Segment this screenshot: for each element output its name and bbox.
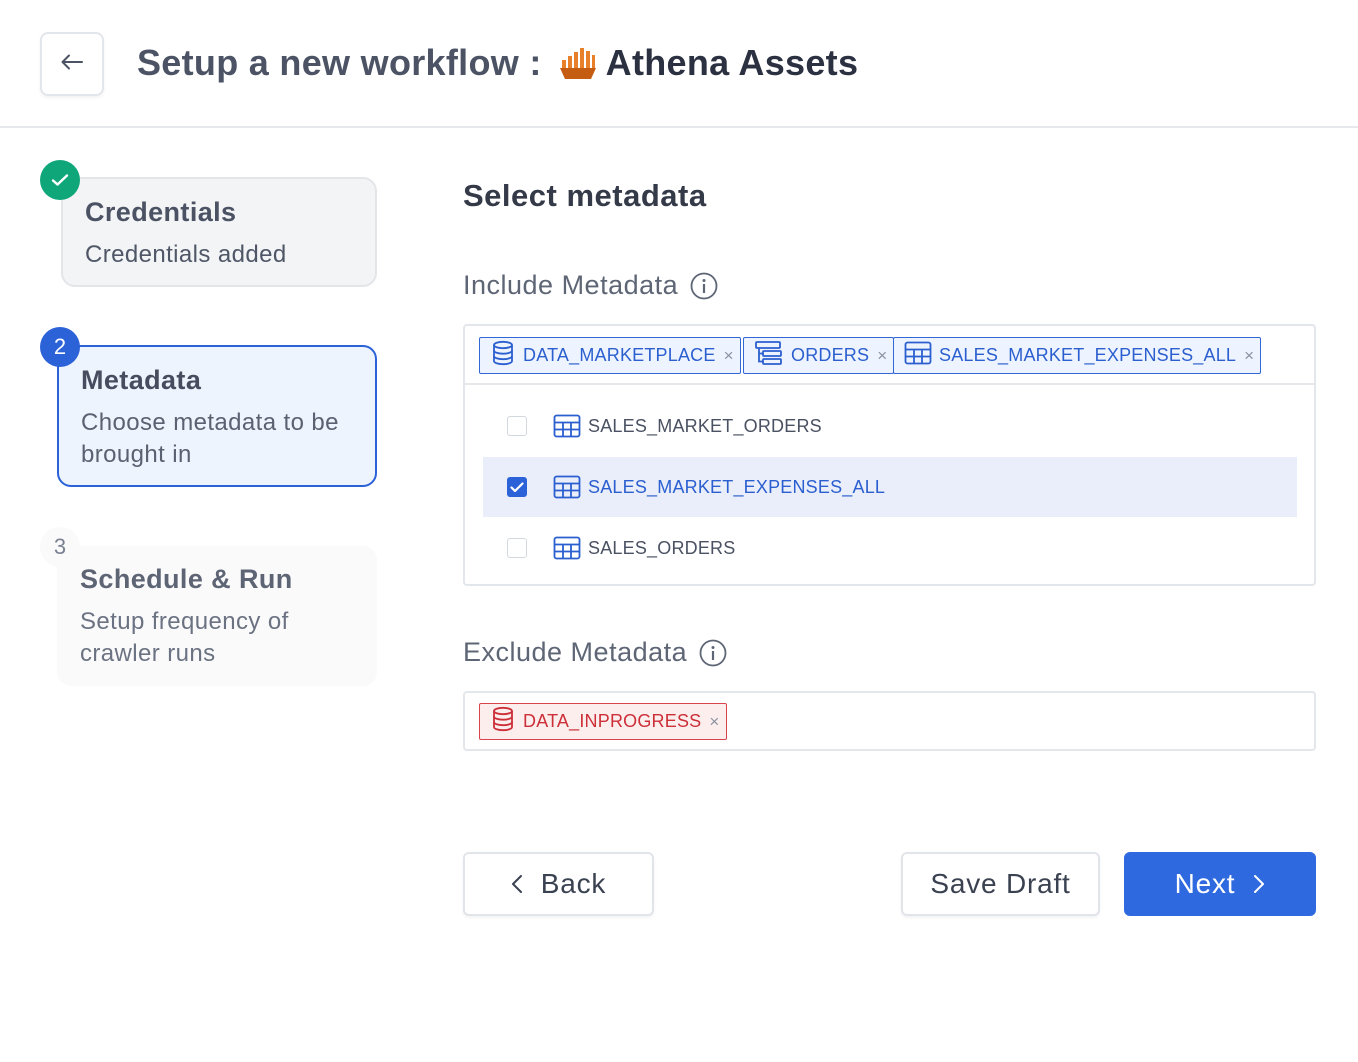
exclude-metadata-label: Exclude Metadata [463,637,727,668]
info-icon[interactable] [699,639,727,667]
step-number-badge: 2 [40,327,80,367]
page-title: Setup a new workflow : Athena Assets [137,38,858,88]
info-icon[interactable] [690,272,718,300]
include-tag-row[interactable]: DATA_MARKETPLACE × ORDERS × SALES_MARKET… [465,326,1314,385]
back-button-label: Back [540,868,607,899]
back-arrow-button[interactable] [40,32,104,96]
include-metadata-label-text: Include Metadata [463,270,679,300]
chevron-left-icon [511,874,523,894]
step-description: Credentials added [85,241,287,268]
section-title: Select metadata [463,178,707,213]
step-title: Metadata [81,365,202,395]
tag-label: SALES_MARKET_EXPENSES_ALL [939,345,1237,365]
checkbox-checked[interactable] [507,477,527,497]
option-label: SALES_ORDERS [588,537,736,558]
step-title: Credentials [85,197,237,227]
tag-label: DATA_INPROGRESS [523,711,702,731]
table-icon [553,536,581,560]
database-icon [490,340,516,371]
option-sales-market-orders[interactable]: SALES_MARKET_ORDERS [483,396,1297,456]
step-schedule-run[interactable]: Schedule & Run Setup frequency of crawle… [57,546,377,686]
step-metadata[interactable]: Metadata Choose metadata to be brought i… [57,345,377,487]
table-icon [553,414,581,438]
schema-icon [754,340,784,371]
checkbox[interactable] [507,416,527,436]
step-title: Schedule & Run [80,564,293,594]
include-metadata-label: Include Metadata [463,270,718,301]
database-icon [490,706,516,737]
include-metadata-select[interactable]: DATA_MARKETPLACE × ORDERS × SALES_MARKET… [463,324,1316,586]
step-description: Choose metadata to be brought in [81,409,339,468]
exclude-tag-data-inprogress: DATA_INPROGRESS × [479,703,727,740]
arrow-left-icon [61,54,83,75]
remove-tag-icon[interactable]: × [1244,346,1254,366]
tag-label: DATA_MARKETPLACE [523,345,716,365]
table-icon [904,341,932,370]
step-completed-check-icon [40,160,80,200]
save-draft-button-label: Save Draft [930,868,1071,899]
option-sales-orders[interactable]: SALES_ORDERS [483,518,1297,578]
back-button[interactable]: Back [463,852,654,916]
option-sales-market-expenses-all[interactable]: SALES_MARKET_EXPENSES_ALL [483,457,1297,517]
connector-name: Athena Assets [605,42,859,83]
option-label: SALES_MARKET_EXPENSES_ALL [588,476,886,497]
step-number-badge: 3 [40,527,80,567]
tag-label: ORDERS [791,345,870,365]
step-credentials[interactable]: Credentials Credentials added [61,177,377,287]
page-header: Setup a new workflow : Athena Assets [0,0,1358,128]
exclude-metadata-label-text: Exclude Metadata [463,637,688,667]
next-button[interactable]: Next [1124,852,1316,916]
save-draft-button[interactable]: Save Draft [901,852,1100,916]
remove-tag-icon[interactable]: × [709,712,719,732]
checkbox[interactable] [507,538,527,558]
include-tag-data-marketplace: DATA_MARKETPLACE × [479,337,741,374]
remove-tag-icon[interactable]: × [877,346,887,366]
page-title-prefix: Setup a new workflow : [137,42,542,83]
athena-logo-icon [559,46,596,80]
remove-tag-icon[interactable]: × [724,346,734,366]
step-description: Setup frequency of crawler runs [80,608,289,667]
include-tag-orders: ORDERS × [743,337,895,374]
include-tag-sales-market-expenses-all: SALES_MARKET_EXPENSES_ALL × [893,337,1262,374]
chevron-right-icon [1253,874,1265,894]
next-button-label: Next [1174,868,1236,899]
exclude-metadata-select[interactable]: DATA_INPROGRESS × [463,691,1316,751]
option-label: SALES_MARKET_ORDERS [588,415,822,436]
table-icon [553,475,581,499]
